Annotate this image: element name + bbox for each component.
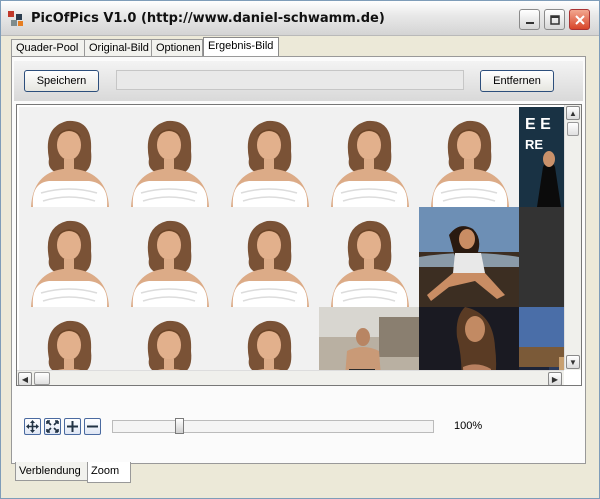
minimize-button[interactable] [519, 9, 540, 30]
result-panel: Speichern Entfernen EEEEEE EREEEEEEEE ▲ … [11, 56, 586, 464]
mosaic-tile-image [519, 207, 564, 307]
mosaic-tile-image: E [319, 207, 419, 307]
scroll-right-button[interactable]: ▶ [548, 372, 562, 385]
zoom-value: 100% [454, 420, 483, 432]
zoom-out-button[interactable] [84, 418, 101, 435]
zoom-toolbar: 100% [16, 402, 582, 462]
fit-icon [46, 420, 59, 433]
mosaic-tile-image: E [219, 207, 319, 307]
scroll-left-button[interactable]: ◀ [18, 372, 32, 385]
mosaic-tile: E [419, 107, 519, 207]
mosaic-tile: E [119, 307, 219, 379]
title-bar[interactable]: PicOfPics V1.0 (http://www.daniel-schwam… [1, 1, 599, 36]
remove-button[interactable]: Entfernen [480, 70, 554, 92]
path-field[interactable] [116, 70, 464, 90]
svg-text:RE: RE [525, 137, 543, 152]
mosaic-tile-image: E [319, 107, 419, 207]
mosaic-tile [419, 207, 519, 307]
zoom-slider[interactable] [112, 418, 434, 434]
mosaic-tile [319, 307, 419, 379]
mosaic-tile: E [219, 307, 319, 379]
mosaic-tile: E [119, 107, 219, 207]
mosaic-tile-image [419, 207, 519, 307]
zoom-in-button[interactable] [64, 418, 81, 435]
mosaic-tile-image: E [19, 307, 119, 379]
mosaic-tile-image [519, 307, 564, 379]
mosaic-tile: E [319, 207, 419, 307]
mosaic-tile: E [119, 207, 219, 307]
mosaic-tile: E [219, 107, 319, 207]
mosaic-tile-image: E [119, 207, 219, 307]
fit-button[interactable] [44, 418, 61, 435]
mosaic-tile [419, 307, 519, 379]
move-button[interactable] [24, 418, 41, 435]
tab-ergebnis-bild[interactable]: Ergebnis-Bild [203, 37, 279, 57]
svg-text:E E: E E [525, 116, 551, 133]
mosaic-tile: E [19, 307, 119, 379]
maximize-button[interactable] [544, 9, 565, 30]
mosaic-tile: E [219, 207, 319, 307]
mosaic-image: EEEEEE EREEEEEEEE [19, 107, 564, 379]
mosaic-tile: E E RE [519, 107, 564, 207]
zoom-slider-thumb[interactable] [175, 418, 184, 434]
tab-quader-pool[interactable]: Quader-Pool [11, 39, 85, 56]
mosaic-tile-image: E [219, 307, 319, 379]
mosaic-tile-image: E [419, 107, 519, 207]
mosaic-tile-image: E [119, 307, 219, 379]
mosaic-tile-image [419, 307, 519, 379]
zoom-out-icon [87, 425, 98, 428]
app-window: PicOfPics V1.0 (http://www.daniel-schwam… [0, 0, 600, 499]
horizontal-scroll-thumb[interactable] [34, 372, 50, 385]
save-button[interactable]: Speichern [24, 70, 99, 92]
vertical-scroll-thumb[interactable] [567, 122, 579, 136]
window-title: PicOfPics V1.0 (http://www.daniel-schwam… [31, 11, 385, 26]
mosaic-tile: E [19, 107, 119, 207]
zoom-in-icon [67, 421, 78, 432]
tab-original-bild[interactable]: Original-Bild [84, 39, 152, 56]
scroll-up-button[interactable]: ▲ [566, 106, 580, 120]
horizontal-scrollbar[interactable]: ◀ ▶ [17, 370, 564, 385]
result-image-viewer[interactable]: EEEEEE EREEEEEEEE ▲ ▼ ◀ ▶ [16, 104, 582, 386]
minimize-icon [525, 21, 534, 24]
result-toolbar: Speichern Entfernen [14, 61, 583, 101]
move-icon [26, 420, 39, 433]
tab-verblendung[interactable]: Verblendung [15, 462, 88, 481]
mosaic-tile: E [319, 107, 419, 207]
mosaic-tile [519, 307, 564, 379]
tab-optionen[interactable]: Optionen [151, 39, 203, 56]
tab-zoom[interactable]: Zoom [87, 462, 131, 483]
mosaic-tile-image: E E RE [519, 107, 564, 207]
mosaic-tile [519, 207, 564, 307]
scroll-down-button[interactable]: ▼ [566, 355, 580, 369]
mosaic-tile: E [19, 207, 119, 307]
close-icon [574, 14, 585, 25]
mosaic-tile-image [319, 307, 419, 379]
mosaic-tile-image: E [19, 107, 119, 207]
close-button[interactable] [569, 9, 590, 30]
mosaic-tile-image: E [119, 107, 219, 207]
mosaic-tile-image: E [19, 207, 119, 307]
vertical-scrollbar[interactable]: ▲ ▼ [564, 105, 581, 370]
app-icon [8, 11, 23, 26]
maximize-icon [549, 14, 560, 25]
mosaic-tile-image: E [219, 107, 319, 207]
